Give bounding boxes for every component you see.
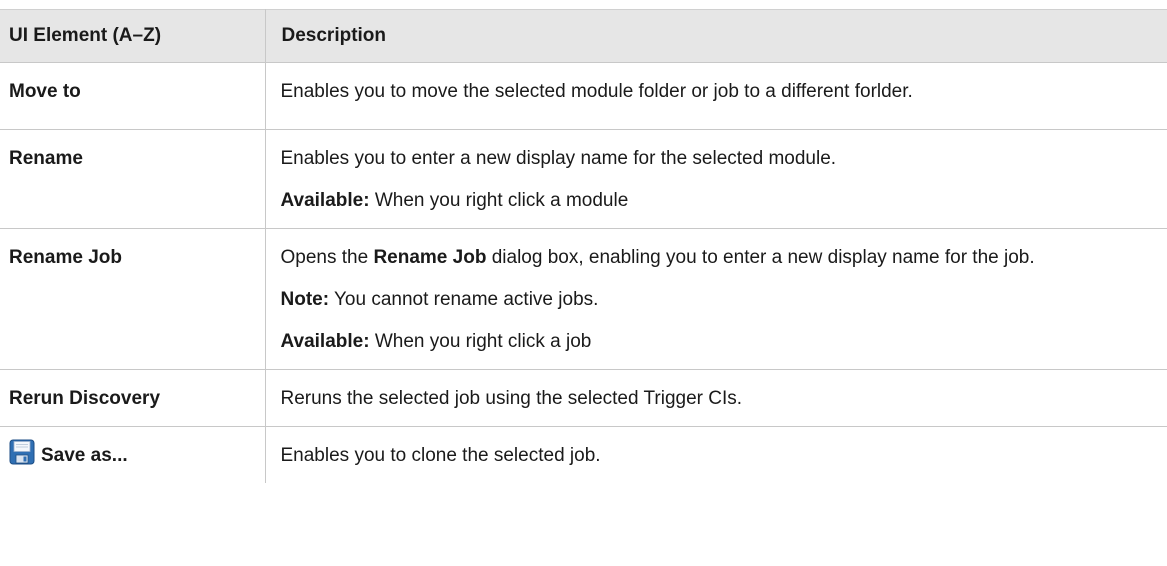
element-cell: Save as... bbox=[0, 426, 266, 483]
description-text: Enables you to enter a new display name … bbox=[280, 148, 837, 169]
note-value: You cannot rename active jobs. bbox=[329, 289, 599, 310]
element-cell: Rename Job bbox=[0, 228, 266, 370]
description-cell: Opens the Rename Job dialog box, enablin… bbox=[265, 228, 1167, 370]
dialog-name: Rename Job bbox=[373, 247, 487, 268]
element-cell: Move to bbox=[0, 62, 266, 130]
description-pre: Opens the bbox=[280, 247, 374, 268]
description-cell: Enables you to move the selected module … bbox=[265, 62, 1167, 130]
header-ui-element: UI Element (A–Z) bbox=[0, 9, 266, 63]
table-row: Rerun Discovery Reruns the selected job … bbox=[0, 369, 1167, 427]
element-label: Save as... bbox=[41, 445, 128, 466]
availability-text: Available: When you right click a module bbox=[281, 188, 1154, 214]
element-cell: Rerun Discovery bbox=[0, 369, 266, 427]
element-cell: Rename bbox=[0, 129, 266, 229]
description-text: Enables you to clone the selected job. bbox=[280, 445, 601, 466]
table-row: Move to Enables you to move the selected… bbox=[0, 62, 1167, 130]
description-cell: Reruns the selected job using the select… bbox=[265, 369, 1167, 427]
table-row: Rename Enables you to enter a new displa… bbox=[0, 129, 1167, 229]
availability-label: Available: bbox=[280, 331, 370, 352]
availability-value: When you right click a module bbox=[369, 190, 629, 211]
table-row: Rename Job Opens the Rename Job dialog b… bbox=[0, 228, 1167, 370]
description-text: Reruns the selected job using the select… bbox=[280, 388, 743, 409]
header-description: Description bbox=[265, 9, 1167, 63]
description-cell: Enables you to enter a new display name … bbox=[265, 129, 1167, 229]
table-header-row: UI Element (A–Z) Description bbox=[0, 9, 1167, 63]
availability-text: Available: When you right click a job bbox=[281, 329, 1154, 355]
description-cell: Enables you to clone the selected job. bbox=[265, 426, 1167, 483]
description-text: Enables you to move the selected module … bbox=[280, 81, 913, 102]
save-floppy-icon bbox=[9, 439, 35, 465]
description-post: dialog box, enabling you to enter a new … bbox=[486, 247, 1035, 268]
table-row: Save as... Enables you to clone the sele… bbox=[0, 426, 1167, 483]
ui-elements-table: UI Element (A–Z) Description Move to Ena… bbox=[0, 9, 1167, 483]
description-text: Opens the Rename Job dialog box, enablin… bbox=[281, 245, 1154, 271]
availability-label: Available: bbox=[280, 190, 370, 211]
availability-value: When you right click a job bbox=[369, 331, 592, 352]
note-text: Note: You cannot rename active jobs. bbox=[281, 287, 1154, 313]
note-label: Note: bbox=[280, 289, 330, 310]
